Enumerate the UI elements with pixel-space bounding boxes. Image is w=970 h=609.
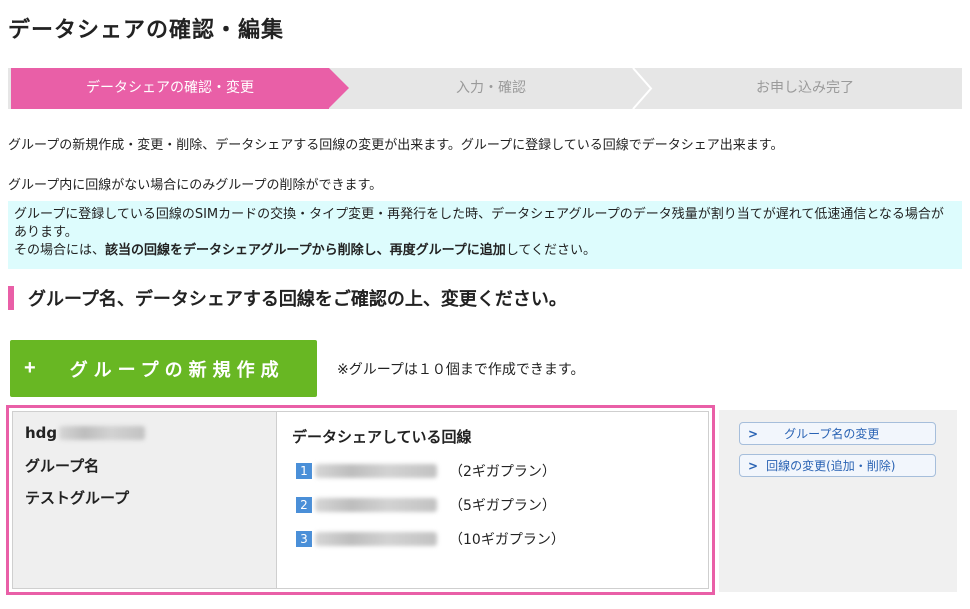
page-title: データシェアの確認・編集 — [8, 18, 285, 43]
line-number-badge: 1 — [296, 463, 312, 479]
change-lines-button[interactable]: > 回線の変更(追加・削除) — [739, 454, 936, 477]
group-id-redacted — [59, 426, 146, 440]
group-name-value: テストグループ — [25, 489, 130, 507]
chevron-right-icon: > — [748, 426, 759, 441]
group-info-panel: hdg グループ名 テストグループ — [13, 412, 277, 588]
new-group-button[interactable]: + グループの新規作成 — [10, 340, 317, 397]
group-id: hdg — [25, 424, 264, 442]
section-heading-text: グループ名、データシェアする回線をご確認の上、変更ください。 — [28, 289, 567, 310]
notice-text-1: グループに登録している回線のSIMカードの交換・タイプ変更・再発行をした時、デー… — [14, 207, 944, 240]
shared-line-item: 3 （10ギガプラン） — [292, 529, 694, 549]
notice-emphasis: 該当の回線をデータシェアグループから削除し、再度グループに追加 — [105, 243, 506, 258]
step-2: 入力・確認 — [456, 80, 526, 96]
description-text: グループの新規作成・変更・削除、データシェアする回線の変更が出来ます。グループに… — [8, 138, 784, 153]
plus-icon: + — [24, 357, 42, 379]
shared-lines-title: データシェアしている回線 — [292, 428, 472, 446]
new-group-button-label: グループの新規作成 — [69, 359, 285, 380]
delete-condition-text: グループ内に回線がない場合にのみグループの削除ができます。 — [8, 178, 383, 193]
line-plan: （5ギガプラン） — [449, 498, 556, 514]
group-actions-panel: > グループ名の変更 > 回線の変更(追加・削除) — [719, 410, 957, 592]
line-number-badge: 3 — [296, 531, 312, 547]
section-marker — [8, 286, 14, 310]
group-name-label: グループ名 — [25, 457, 100, 475]
rename-group-label: グループ名の変更 — [784, 427, 880, 441]
line-plan: （2ギガプラン） — [449, 464, 556, 480]
section-heading: グループ名、データシェアする回線をご確認の上、変更ください。 — [8, 286, 567, 310]
change-lines-label: 回線の変更(追加・削除) — [766, 459, 896, 473]
step-1-active: データシェアの確認・変更 — [11, 68, 349, 109]
step-progress-bar: データシェアの確認・変更 入力・確認 お申し込み完了 — [8, 68, 962, 109]
line-number-badge: 2 — [296, 497, 312, 513]
phone-number-redacted — [315, 498, 437, 512]
shared-line-item: 2 （5ギガプラン） — [292, 495, 694, 515]
shared-line-item: 1 （2ギガプラン） — [292, 461, 694, 481]
chevron-right-icon: > — [748, 458, 759, 473]
shared-lines-panel: データシェアしている回線 1 （2ギガプラン） 2 （5ギガプラン） 3 （10… — [278, 412, 708, 588]
notice-box: グループに登録している回線のSIMカードの交換・タイプ変更・再発行をした時、デー… — [8, 201, 962, 269]
phone-number-redacted — [315, 532, 437, 546]
group-limit-note: ※グループは１０個まで作成できます。 — [337, 362, 585, 378]
notice-text-2: その場合には、該当の回線をデータシェアグループから削除し、再度グループに追加して… — [14, 243, 597, 258]
rename-group-button[interactable]: > グループ名の変更 — [739, 422, 936, 445]
step-3: お申し込み完了 — [756, 80, 854, 96]
group-card: hdg グループ名 テストグループ データシェアしている回線 1 （2ギガプラン… — [6, 405, 715, 595]
phone-number-redacted — [315, 464, 437, 478]
line-plan: （10ギガプラン） — [449, 532, 565, 548]
